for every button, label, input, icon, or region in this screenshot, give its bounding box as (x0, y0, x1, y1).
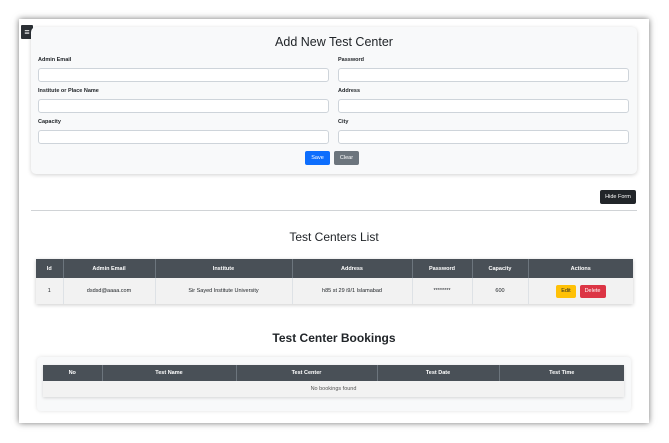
admin-email-input[interactable] (38, 68, 329, 82)
clear-button[interactable]: Clear (334, 151, 359, 165)
institute-group: Institute or Place Name (38, 88, 329, 113)
form-title: Add New Test Center (275, 35, 393, 49)
column-header-admin-email: Admin Email (63, 259, 156, 278)
column-header-id: Id (36, 259, 64, 278)
cell-actions: Edit Delete (528, 278, 633, 304)
empty-bookings-message: No bookings found (43, 381, 624, 397)
column-header-test-date: Test Date (377, 365, 500, 381)
capacity-group: Capacity (38, 119, 329, 144)
city-label: City (338, 119, 349, 125)
column-header-capacity: Capacity (472, 259, 529, 278)
column-header-address: Address (292, 259, 413, 278)
bookings-title-text: Test Center Bookings (272, 331, 396, 345)
bookings-title: Test Center Bookings (19, 331, 649, 345)
table-header-row: No Test Name Test Center Test Date Test … (43, 365, 624, 381)
test-centers-table: Id Admin Email Institute Address Passwor… (36, 259, 633, 304)
city-input[interactable] (338, 130, 629, 144)
cell-address: h85 st 29 i9/1 Islamabad (292, 278, 413, 304)
password-group: Password (338, 57, 629, 82)
address-input[interactable] (338, 99, 629, 113)
cell-admin-email: dsdsd@aaaa.com (63, 278, 156, 304)
admin-email-label: Admin Email (38, 57, 72, 63)
app-frame: ≡ Add New Test Center Admin Email Passwo… (19, 19, 649, 423)
hide-form-button[interactable]: Hide Form (600, 190, 636, 204)
table-row: No bookings found (43, 381, 624, 397)
column-header-test-name: Test Name (102, 365, 237, 381)
delete-button[interactable]: Delete (579, 284, 606, 298)
table-row: 1 dsdsd@aaaa.com Sir Sayed Institute Uni… (36, 278, 633, 304)
city-group: City (338, 119, 629, 144)
password-label: Password (338, 57, 364, 63)
cell-institute: Sir Sayed Institute University (155, 278, 293, 304)
address-group: Address (338, 88, 629, 113)
column-header-institute: Institute (155, 259, 293, 278)
admin-email-group: Admin Email (38, 57, 329, 82)
institute-label: Institute or Place Name (38, 88, 99, 94)
cell-password: ******** (412, 278, 473, 304)
capacity-input[interactable] (38, 130, 329, 144)
institute-input[interactable] (38, 99, 329, 113)
column-header-test-center: Test Center (236, 365, 378, 381)
column-header-no: No (43, 365, 103, 381)
column-header-password: Password (412, 259, 473, 278)
add-test-center-form: Add New Test Center Admin Email Password… (31, 27, 637, 174)
address-label: Address (338, 88, 361, 94)
password-input[interactable] (338, 68, 629, 82)
capacity-label: Capacity (38, 119, 61, 125)
column-header-actions: Actions (528, 259, 633, 278)
save-button[interactable]: Save (305, 151, 330, 165)
bookings-table: No Test Name Test Center Test Date Test … (43, 365, 624, 397)
table-header-row: Id Admin Email Institute Address Passwor… (36, 259, 633, 278)
cell-capacity: 600 (472, 278, 529, 304)
edit-button[interactable]: Edit (555, 284, 576, 298)
section-divider (31, 210, 637, 211)
centers-list-title: Test Centers List (289, 230, 379, 244)
column-header-test-time: Test Time (499, 365, 624, 381)
cell-id: 1 (36, 278, 64, 304)
